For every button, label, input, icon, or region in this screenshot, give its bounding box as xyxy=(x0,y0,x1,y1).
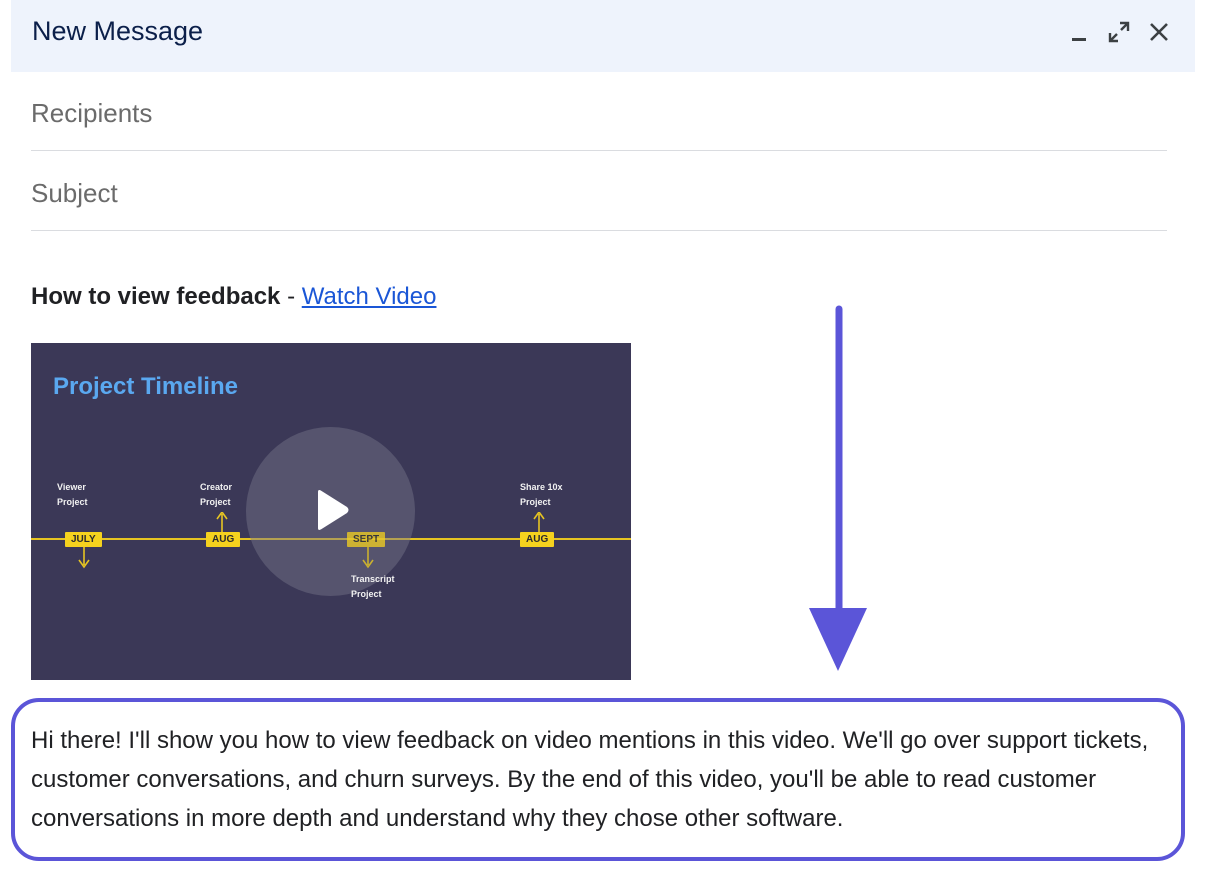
video-title: Project Timeline xyxy=(53,373,238,400)
arrow-up-icon xyxy=(216,512,228,532)
milestone-badge: SEPT xyxy=(347,532,386,547)
message-body[interactable]: Hi there! I'll show you how to view feed… xyxy=(31,721,1161,838)
play-icon xyxy=(318,490,349,530)
close-button[interactable] xyxy=(1147,20,1171,44)
subject-input[interactable] xyxy=(31,173,1167,213)
video-thumbnail[interactable]: Project Timeline Viewer Project JULY Cre… xyxy=(31,343,631,680)
milestone-label: Viewer Project xyxy=(57,482,88,507)
milestone-label: Share 10x Project xyxy=(520,482,563,507)
expand-button[interactable] xyxy=(1107,20,1131,44)
arrow-up-icon xyxy=(533,512,545,532)
milestone-badge: AUG xyxy=(520,532,555,547)
milestone-label: Creator Project xyxy=(200,482,233,507)
expand-icon xyxy=(1108,21,1130,43)
message-body-highlight: Hi there! I'll show you how to view feed… xyxy=(11,698,1185,861)
message-heading: How to view feedback - Watch Video xyxy=(31,283,436,311)
arrow-down-icon xyxy=(809,305,867,671)
arrow-down-icon xyxy=(78,547,90,569)
window-title: New Message xyxy=(32,16,204,46)
heading-separator: - xyxy=(280,283,302,310)
milestone-badge: JULY xyxy=(65,532,102,547)
minimize-icon xyxy=(1072,38,1086,41)
play-button[interactable] xyxy=(246,427,415,596)
recipients-input[interactable] xyxy=(31,93,1167,133)
milestone-label: Transcript Project xyxy=(351,574,395,599)
milestone-badge: AUG xyxy=(206,532,241,547)
minimize-button[interactable] xyxy=(1067,20,1091,44)
heading-bold-text: How to view feedback xyxy=(31,283,281,310)
subject-row xyxy=(31,153,1167,231)
recipients-row xyxy=(31,73,1167,151)
compose-header: New Message xyxy=(11,0,1195,72)
arrow-down-icon xyxy=(362,547,374,569)
watch-video-link[interactable]: Watch Video xyxy=(302,283,437,310)
close-icon xyxy=(1150,23,1168,41)
